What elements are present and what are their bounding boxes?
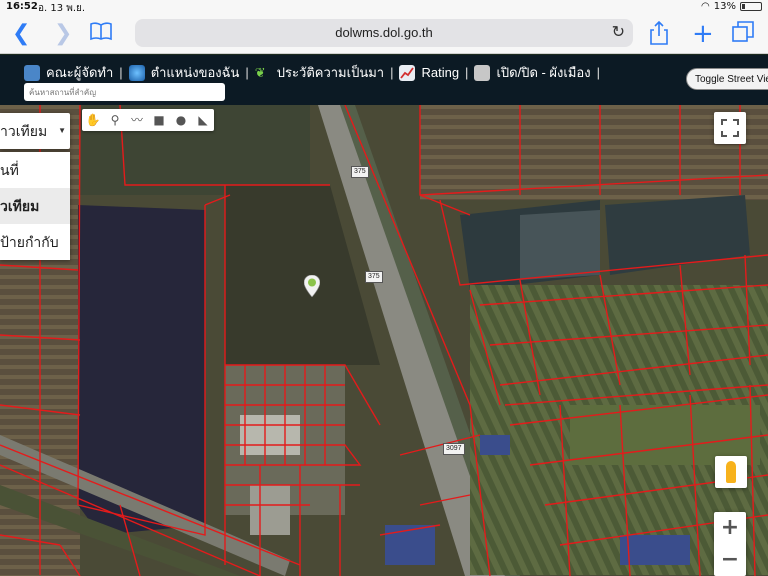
map-marker-icon[interactable] xyxy=(304,275,320,297)
menu-item-rating[interactable]: Rating xyxy=(421,65,459,80)
chevron-down-icon: ▼ xyxy=(58,126,66,135)
street-view-pegman-button[interactable] xyxy=(715,456,747,488)
pin-icon[interactable]: ⚲ xyxy=(104,109,126,131)
map-type-option[interactable]: นที่ xyxy=(0,152,70,188)
toggle-street-view-button[interactable]: Toggle Street View xyxy=(686,68,768,90)
globe-icon xyxy=(128,64,145,81)
forward-icon[interactable]: ❯ xyxy=(54,21,72,47)
fullscreen-icon xyxy=(721,119,739,137)
zoom-out-button[interactable]: − xyxy=(714,544,746,576)
wifi-icon: ◠ xyxy=(701,1,710,12)
map-canvas[interactable]: 375 375 3097 xyxy=(0,105,768,576)
zoom-control: + − xyxy=(714,512,746,576)
sprout-icon: ❦ xyxy=(254,64,266,80)
circle-icon[interactable]: ● xyxy=(170,109,192,131)
status-bar: 16:52 อ. 13 พ.ย. ◠ 13% xyxy=(0,0,768,14)
fullscreen-button[interactable] xyxy=(714,112,746,144)
menu-separator: | xyxy=(245,65,249,80)
map-type-option[interactable]: ป้ายกำกับ xyxy=(0,224,70,260)
polygon-icon[interactable]: ◣ xyxy=(192,109,214,131)
menu-item-my-location[interactable]: ตำแหน่งของฉัน xyxy=(151,62,240,83)
pegman-icon xyxy=(726,461,736,483)
road-shield: 375 xyxy=(351,166,369,178)
people-icon xyxy=(24,64,40,81)
address-bar[interactable]: dolwms.dol.go.th ↻ xyxy=(135,19,633,47)
chart-icon xyxy=(399,64,416,81)
menu-separator: | xyxy=(119,65,123,80)
url-text: dolwms.dol.go.th xyxy=(335,25,433,40)
tabs-icon[interactable] xyxy=(732,21,754,50)
share-icon[interactable] xyxy=(650,20,668,52)
reload-icon[interactable]: ↻ xyxy=(612,19,625,47)
map-type-selected: าวเทียม xyxy=(0,123,48,139)
satellite-imagery xyxy=(0,105,768,576)
map-type-option-selected[interactable]: วเทียม xyxy=(0,188,70,224)
browser-toolbar: ❮ ❯ dolwms.dol.go.th ↻ + xyxy=(0,14,768,54)
menu-item-toggle-zoning[interactable]: เปิด/ปิด - ผังเมือง xyxy=(496,62,590,83)
status-right: ◠ 13% xyxy=(701,1,762,12)
map-type-menu: นที่ วเทียม ป้ายกำกับ xyxy=(0,152,70,260)
drawing-toolbar: ✋ ⚲ 〰 ■ ● ◣ xyxy=(82,109,214,131)
top-menu: คณะผู้จัดทำ | ตำแหน่งของฉัน | ❦ ประวัติค… xyxy=(24,62,600,83)
square-icon xyxy=(474,64,491,81)
menu-item-team[interactable]: คณะผู้จัดทำ xyxy=(46,62,113,83)
polyline-icon[interactable]: 〰 xyxy=(126,109,148,131)
hand-icon[interactable]: ✋ xyxy=(82,109,104,131)
rectangle-icon[interactable]: ■ xyxy=(148,109,170,131)
menu-item-history[interactable]: ประวัติความเป็นมา xyxy=(277,62,384,83)
status-time: 16:52 xyxy=(6,1,38,12)
road-shield: 3097 xyxy=(443,443,465,455)
place-search-input[interactable] xyxy=(24,83,225,101)
battery-icon xyxy=(740,2,762,11)
bookmarks-icon[interactable] xyxy=(90,21,112,48)
menu-separator: | xyxy=(596,65,600,80)
menu-separator: | xyxy=(465,65,469,80)
new-tab-icon[interactable]: + xyxy=(692,21,714,47)
menu-separator: | xyxy=(390,65,394,80)
zoom-in-button[interactable]: + xyxy=(714,512,746,544)
battery-percent: 13% xyxy=(713,1,736,12)
back-icon[interactable]: ❮ xyxy=(12,21,30,47)
site-header: คณะผู้จัดทำ | ตำแหน่งของฉัน | ❦ ประวัติค… xyxy=(0,55,768,105)
map-type-select[interactable]: าวเทียม ▼ xyxy=(0,113,70,149)
road-shield: 375 xyxy=(365,271,383,283)
